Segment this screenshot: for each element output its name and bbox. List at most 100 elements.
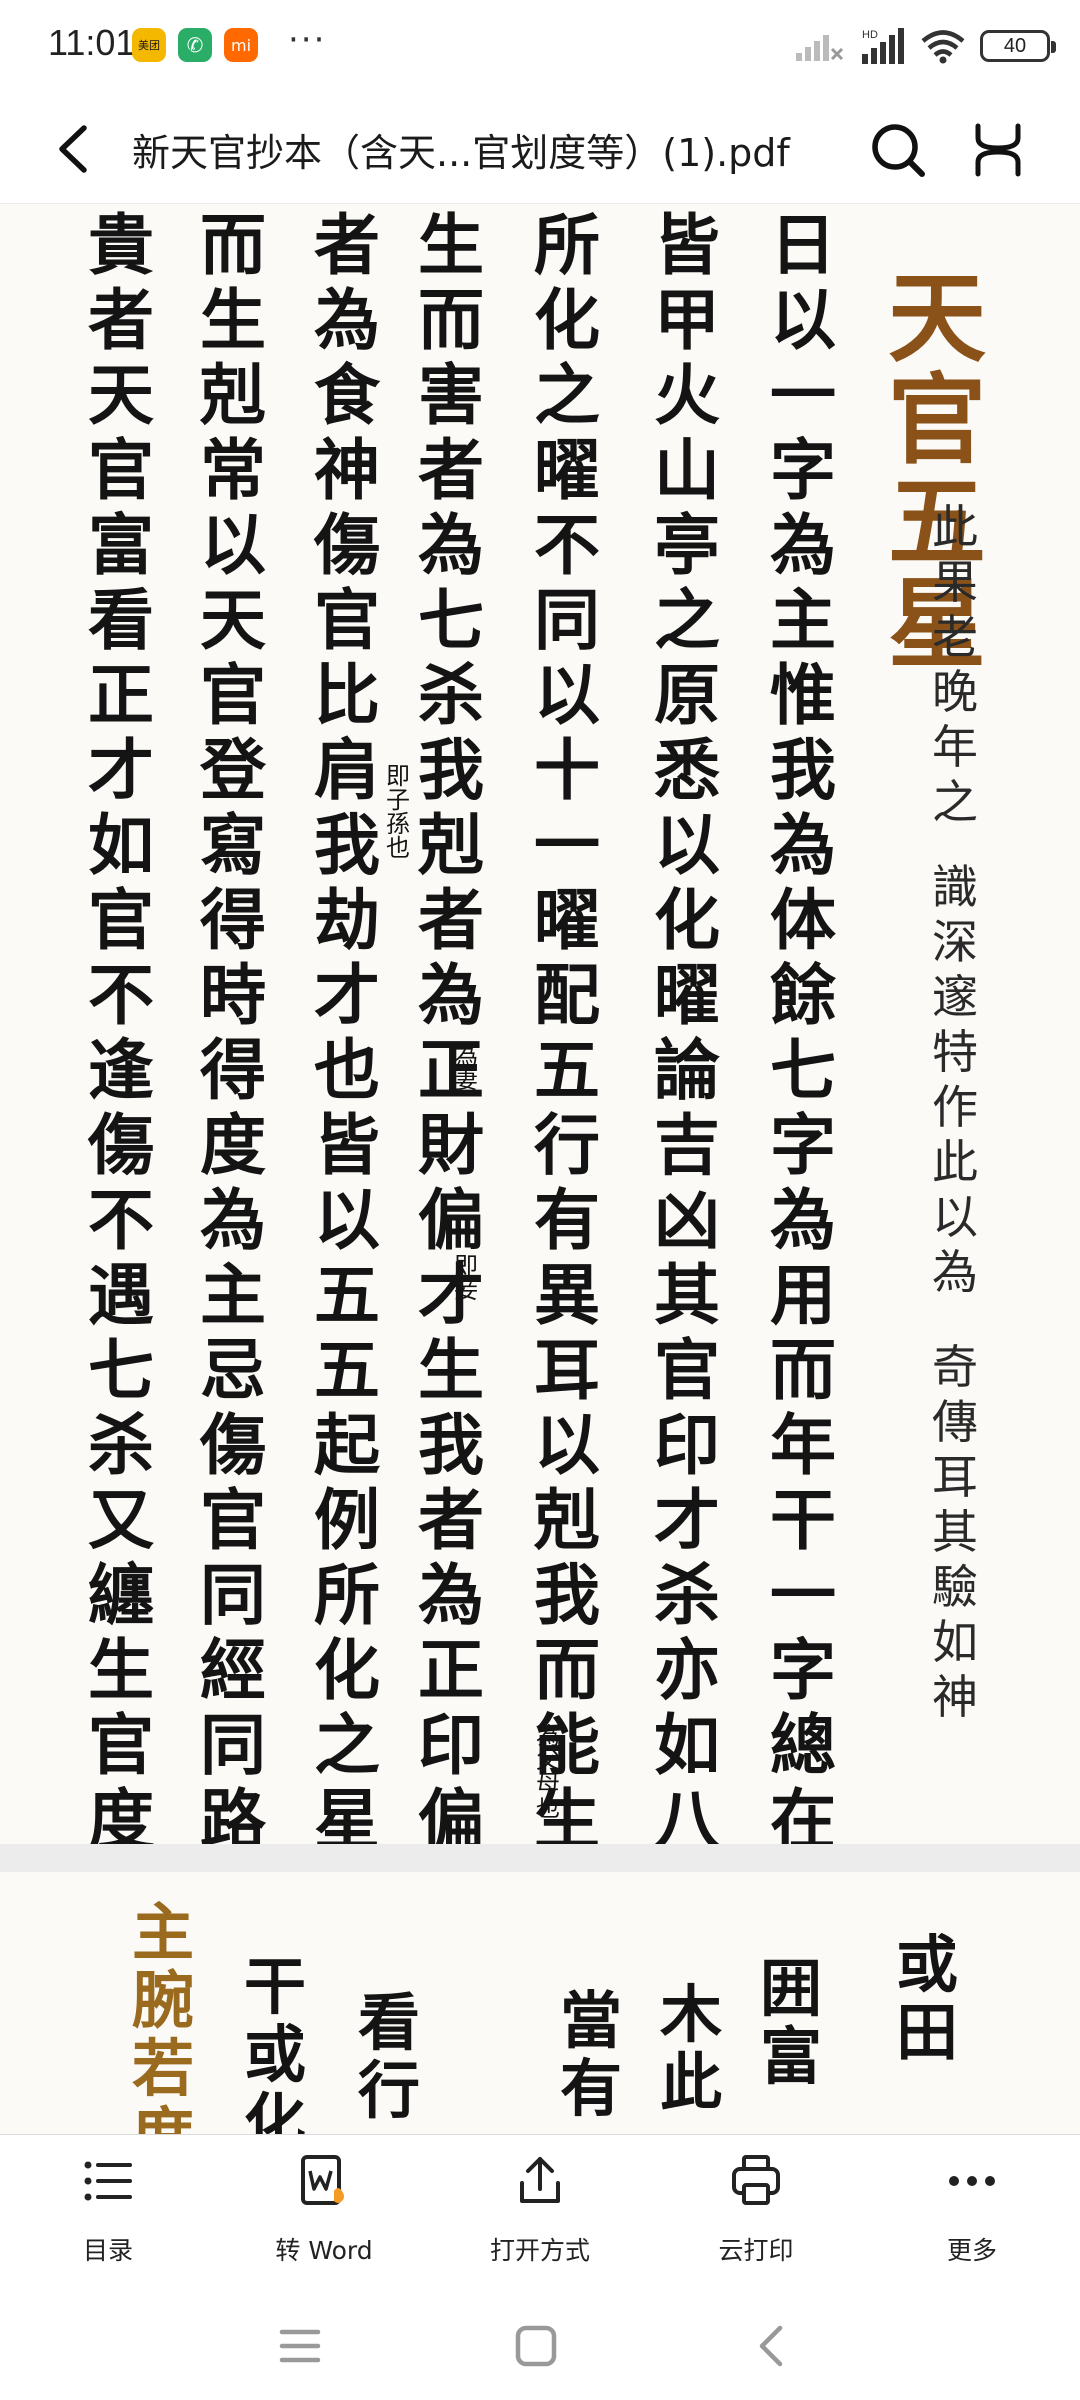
list-icon: [84, 2161, 132, 2201]
glyph: 干: [244, 1950, 307, 2023]
toolbar-more-button[interactable]: 更多: [882, 2149, 1062, 2279]
glyph: 妾: [454, 1276, 478, 1304]
glyph: 其: [654, 1256, 720, 1334]
glyph: 我: [418, 1406, 484, 1484]
glyph: 囲: [760, 1952, 823, 2025]
glyph: 印: [418, 1706, 484, 1784]
nav-back-icon[interactable]: [744, 2318, 800, 2374]
glyph: 者: [314, 206, 380, 284]
glyph: 腕: [132, 1964, 195, 2037]
pdf-viewer[interactable]: 天官五星 此果老晚年之 識深邃特作此以為 奇傳耳其驗如神 日以一字為主惟我為体餘…: [0, 204, 1080, 2134]
glyph: 生: [200, 281, 266, 359]
toolbar-convert-word-label: 转 Word: [275, 2236, 373, 2265]
search-icon[interactable]: [862, 114, 934, 186]
glyph: 惟: [770, 656, 836, 734]
glyph: 老: [932, 610, 978, 664]
p2-column-2: 囲富: [760, 1958, 822, 2094]
toolbar-cloud-print-button[interactable]: 云打印: [666, 2149, 846, 2279]
glyph: 不: [88, 1181, 154, 1259]
glyph: 路: [200, 1781, 266, 1844]
svg-text:HD: HD: [862, 29, 878, 41]
notification-more-icon: ···: [288, 20, 327, 60]
glyph: 同: [200, 1556, 266, 1634]
glyph: 皆: [314, 1106, 380, 1184]
toolbar-open-with-button[interactable]: 打开方式: [450, 2149, 630, 2279]
glyph: 如: [932, 1615, 978, 1669]
note-column-1: 此果老晚年之: [932, 504, 978, 834]
glyph: 以: [932, 1190, 978, 1244]
glyph: 貴: [88, 206, 154, 284]
glyph: 識: [932, 860, 978, 914]
share-icon: [520, 2157, 560, 2203]
annotation-1: 即子孫也: [386, 764, 410, 860]
home-icon[interactable]: [508, 2318, 564, 2374]
glyph: 曜: [654, 956, 720, 1034]
glyph: 行: [358, 2054, 421, 2127]
glyph: 看: [88, 581, 154, 659]
annotation-4: 為父母也: [536, 1724, 560, 1820]
glyph: 以: [534, 656, 600, 734]
back-arrow-icon[interactable]: [40, 114, 110, 184]
glyph: 所: [314, 1556, 380, 1634]
glyph: 富: [88, 506, 154, 584]
glyph: 有: [560, 2052, 623, 2125]
reading-mode-icon[interactable]: [962, 114, 1034, 186]
glyph: 不: [534, 506, 600, 584]
glyph: 如: [88, 806, 154, 884]
glyph: 化: [534, 281, 600, 359]
glyph: 才: [654, 1481, 720, 1559]
glyph: 餘: [770, 956, 836, 1034]
glyph: 甲: [654, 281, 720, 359]
status-bar: 11:01 美团 ✆ mi ··· HD 40: [0, 0, 1080, 92]
glyph: 比: [314, 656, 380, 734]
toolbar-contents-label: 目录: [82, 2236, 133, 2265]
glyph: 度: [200, 1106, 266, 1184]
glyph: 如: [654, 1706, 720, 1784]
glyph: 年: [770, 1406, 836, 1484]
toolbar-more-label: 更多: [946, 2236, 997, 2265]
glyph: 杀: [88, 1406, 154, 1484]
wechat-icon: ✆: [178, 28, 212, 62]
glyph: 杀: [654, 1556, 720, 1634]
glyph: 登: [200, 731, 266, 809]
text-column-6: 而生剋常以天官登寫得時得度為主忌傷官同經同路與失時失度: [200, 212, 266, 1844]
glyph: 得: [200, 881, 266, 959]
glyph: 我: [534, 1556, 600, 1634]
glyph: 作: [932, 1080, 978, 1134]
p2-column-5: 看行: [358, 1992, 420, 2128]
glyph: 天: [888, 261, 987, 376]
toolbar-convert-word-button[interactable]: 转 Word: [234, 2149, 414, 2279]
note-column-3: 奇傳耳其驗如神: [932, 1344, 978, 1729]
glyph: 八: [654, 1781, 720, 1844]
glyph: 度: [88, 1781, 154, 1844]
glyph: 例: [314, 1481, 380, 1559]
glyph: 官: [888, 363, 987, 478]
glyph: 即: [386, 762, 410, 790]
glyph: 又: [88, 1481, 154, 1559]
glyph: 果: [932, 555, 978, 609]
annotation-2: 為妻: [454, 1044, 478, 1092]
glyph: 或: [896, 1928, 959, 2001]
text-column-1: 日以一字為主惟我為体餘七字為用而年干一字總在十干化氣之: [770, 212, 836, 1844]
glyph: 神: [314, 431, 380, 509]
glyph: 此: [932, 500, 978, 554]
glyph: 偏: [418, 1181, 484, 1259]
glyph: 化: [654, 881, 720, 959]
glyph: 不: [88, 956, 154, 1034]
glyph: 者: [418, 431, 484, 509]
document-title: 新天官抄本（含天...官划度等）(1).pdf: [132, 131, 790, 175]
toolbar-contents-button[interactable]: 目录: [18, 2149, 198, 2279]
glyph: 財: [418, 1106, 484, 1184]
glyph: 特: [932, 1025, 978, 1079]
glyph: 在: [770, 1781, 836, 1844]
glyph: 為: [314, 281, 380, 359]
glyph: 而: [534, 1631, 600, 1709]
glyph: 以: [534, 1406, 600, 1484]
glyph: 干: [770, 1481, 836, 1559]
convert-word-icon: [301, 2155, 344, 2205]
glyph: 邃: [932, 970, 978, 1024]
glyph: 用: [770, 1256, 836, 1334]
glyph: 或: [244, 2018, 307, 2091]
recent-apps-icon[interactable]: [272, 2318, 328, 2374]
toolbar-cloud-print-label: 云打印: [718, 2236, 794, 2265]
